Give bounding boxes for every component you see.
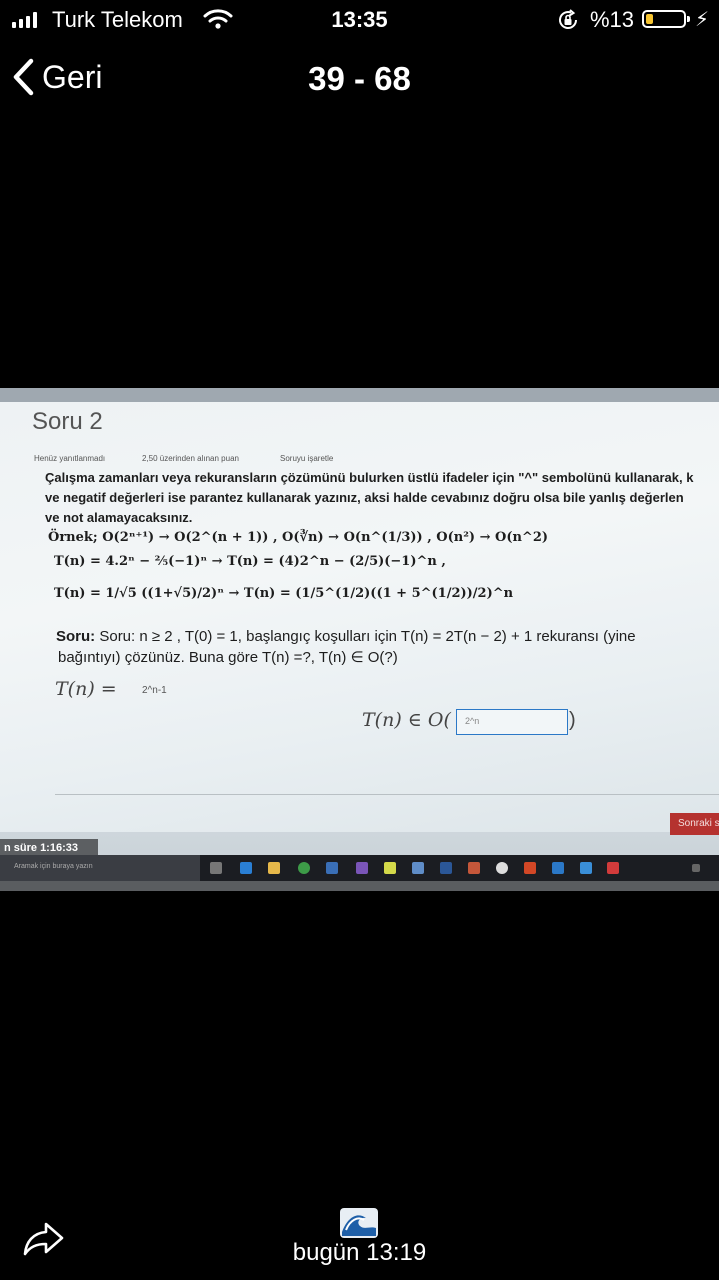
instruction-line: ve negatif değerleri ise parantez kullan… bbox=[45, 490, 684, 505]
app-icon bbox=[524, 862, 536, 874]
app-icon bbox=[607, 862, 619, 874]
app-icon bbox=[496, 862, 508, 874]
question-status: Henüz yanıtlanmadı bbox=[34, 454, 106, 463]
status-bar: Turk Telekom 13:35 %13 ⚡ bbox=[0, 0, 719, 40]
powerpoint-icon bbox=[468, 862, 480, 874]
monitor-bezel bbox=[0, 388, 719, 402]
charging-bolt-icon: ⚡ bbox=[695, 9, 710, 31]
question-text: bağıntıyı) çözünüz. Buna göre T(n) =?, T… bbox=[58, 649, 398, 666]
photo-message[interactable]: Soru 2 Henüz yanıtlanmadı 2,50 üzerinden… bbox=[0, 388, 719, 891]
battery-level bbox=[646, 14, 653, 24]
monitor-bezel bbox=[0, 881, 719, 891]
answer-input: 2^n-1 bbox=[142, 685, 167, 696]
edge-icon bbox=[240, 862, 252, 874]
battery-icon bbox=[642, 10, 690, 28]
answer-label: T(n) = bbox=[55, 678, 117, 700]
question-points: 2,50 üzerinden alınan puan bbox=[142, 454, 239, 463]
example-line: Örnek; O(2ⁿ⁺¹) → O(2^(n + 1)) , O(∛n) → … bbox=[48, 530, 549, 545]
visual-studio-icon bbox=[356, 862, 368, 874]
answer-input: 2^n bbox=[456, 709, 568, 735]
instruction-line: Çalışma zamanları veya rekuransların çöz… bbox=[45, 470, 694, 485]
example-line: T(n) = 4.2ⁿ − ⅖(−1)ⁿ → T(n) = (4)2^n − (… bbox=[54, 554, 446, 569]
flag-question-link: Soruyu işaretle bbox=[280, 454, 334, 463]
word-icon bbox=[440, 862, 452, 874]
app-icon bbox=[384, 862, 396, 874]
instruction-line: ve not alamayacaksınız. bbox=[45, 510, 193, 525]
example-line: T(n) = 1/√5 ((1+√5)/2)ⁿ → T(n) = (1/5^(1… bbox=[54, 586, 514, 601]
timestamp: bugün 13:19 bbox=[292, 1239, 427, 1266]
file-explorer-icon bbox=[268, 862, 280, 874]
taskbar-search: Aramak için buraya yazın bbox=[0, 855, 200, 881]
app-icon bbox=[580, 862, 592, 874]
chrome-icon bbox=[298, 862, 310, 874]
app-icon bbox=[552, 862, 564, 874]
question-text: Soru: Soru: n ≥ 2 , T(0) = 1, başlangıç … bbox=[56, 628, 636, 645]
answer-label: T(n) ∈ O( bbox=[362, 709, 451, 731]
wave-emoji-icon bbox=[340, 1208, 378, 1238]
task-view-icon bbox=[210, 862, 222, 874]
battery-percent: %13 bbox=[590, 7, 635, 32]
app-icon bbox=[412, 862, 424, 874]
tray-icon bbox=[692, 864, 700, 872]
windows-taskbar: Aramak için buraya yazın bbox=[0, 855, 719, 881]
next-page-button: Sonraki s bbox=[670, 813, 719, 835]
page-title: 39 - 68 bbox=[308, 60, 411, 97]
answer-close-paren: ) bbox=[569, 709, 576, 731]
store-icon bbox=[326, 862, 338, 874]
divider bbox=[55, 794, 719, 795]
orientation-lock-icon bbox=[559, 9, 577, 29]
question-title: Soru 2 bbox=[32, 408, 103, 435]
exam-page: Soru 2 Henüz yanıtlanmadı 2,50 üzerinden… bbox=[0, 402, 719, 832]
